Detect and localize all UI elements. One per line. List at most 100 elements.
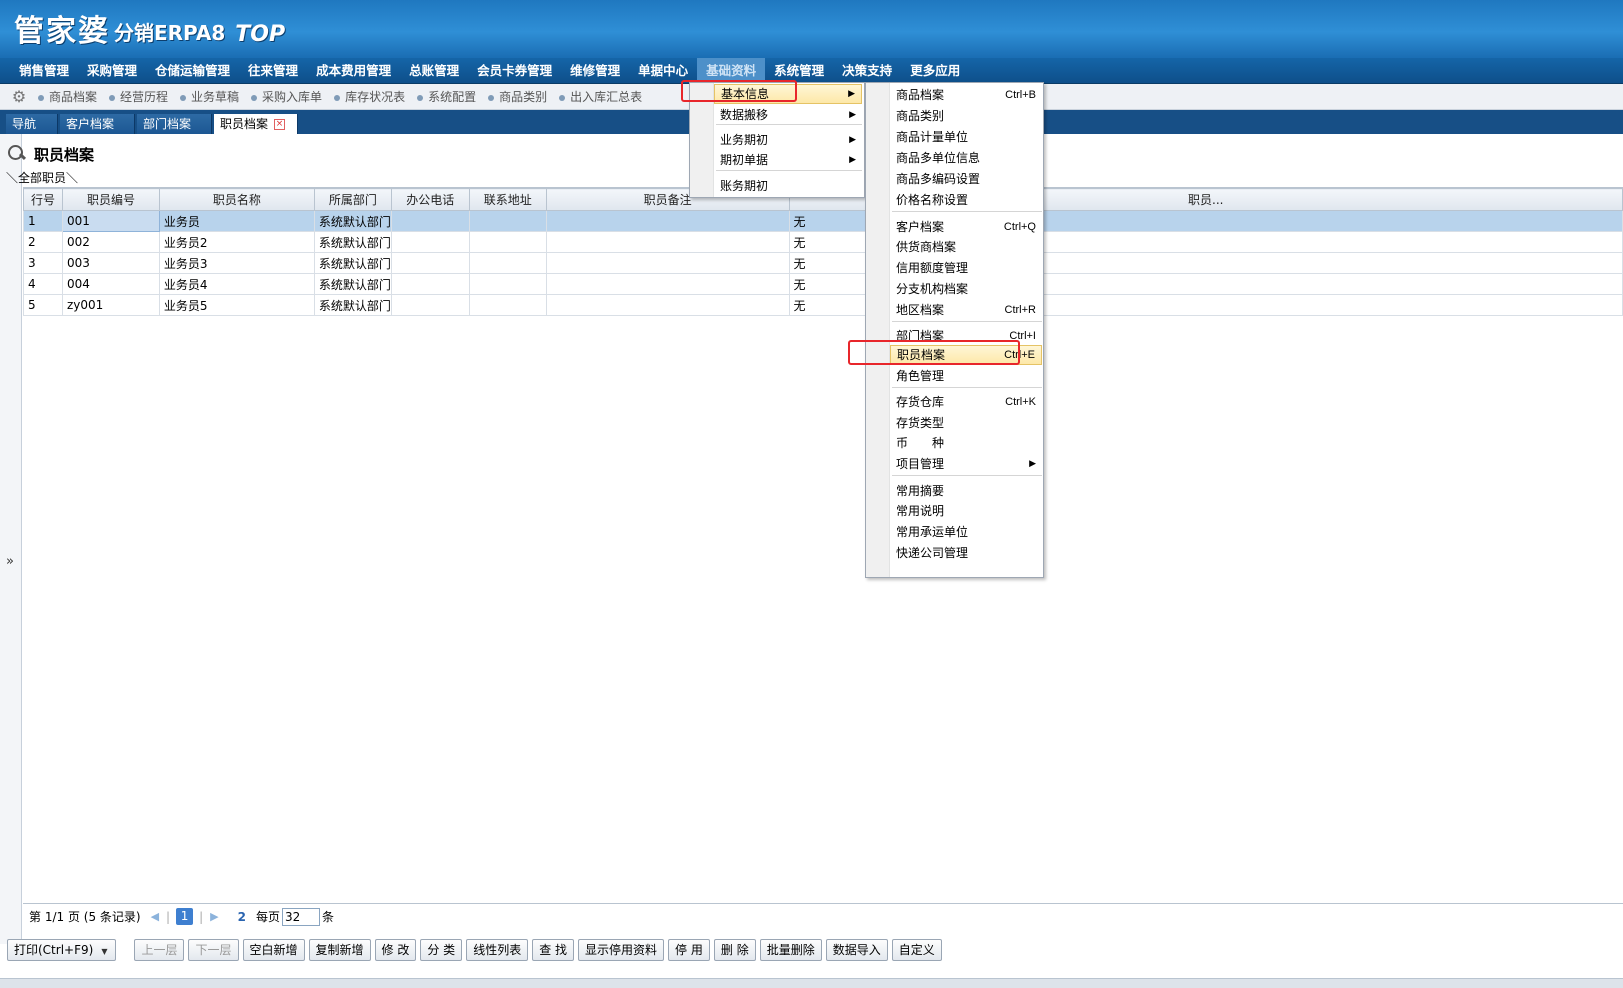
close-icon[interactable]: × <box>274 119 286 130</box>
table-cell[interactable] <box>390 231 470 253</box>
table-cell[interactable] <box>468 252 547 274</box>
menu1-item[interactable]: 业务期初 ▶ <box>714 130 862 150</box>
table-cell[interactable]: 4 <box>23 273 63 295</box>
menu2-item[interactable]: 角色管理 <box>890 366 1042 386</box>
table-cell[interactable]: 系统默认部门 <box>313 210 392 232</box>
table-cell[interactable]: 2 <box>23 231 63 253</box>
table-cell[interactable] <box>468 273 547 295</box>
menu-item[interactable]: 总账管理 <box>400 58 468 84</box>
table-cell[interactable]: 业务员5 <box>158 294 315 316</box>
menu2-item[interactable]: 快递公司管理 <box>890 543 1042 563</box>
table-cell[interactable]: 001 <box>61 210 160 232</box>
column-header[interactable]: 联系地址 <box>468 188 547 211</box>
prev-page-icon[interactable]: ◀ <box>151 910 159 923</box>
menu-item[interactable]: 决策支持 <box>833 58 901 84</box>
page-link-2[interactable]: 2 <box>238 910 246 924</box>
toolbar-button[interactable]: 下一层 <box>188 939 239 961</box>
quick-link[interactable]: 系统配置 <box>417 84 488 110</box>
table-row[interactable]: 3 003 业务员3 系统默认部门无 <box>23 252 1623 274</box>
column-header[interactable]: 职员编号 <box>61 188 160 211</box>
table-cell[interactable]: 3 <box>23 252 63 274</box>
gear-icon[interactable]: ⚙ <box>10 88 28 106</box>
menu2-item[interactable]: 商品计量单位 <box>890 127 1042 147</box>
menu2-item[interactable]: 存货仓库 Ctrl+K <box>890 392 1042 412</box>
column-header[interactable]: 职员名称 <box>158 188 315 211</box>
table-cell[interactable]: 业务员 <box>158 210 315 232</box>
per-page-input[interactable] <box>281 907 320 926</box>
menu2-item[interactable]: 信用额度管理 <box>890 258 1042 278</box>
menu2-item[interactable]: 常用说明 <box>890 501 1042 521</box>
table-cell[interactable] <box>545 231 790 253</box>
menu2-item[interactable]: 项目管理 ▶ <box>890 454 1042 474</box>
table-cell[interactable]: 5 <box>23 294 63 316</box>
menu2-item[interactable]: 币 种 <box>890 433 1042 453</box>
tab-employees[interactable]: 职员档案 × <box>214 114 298 134</box>
quick-link[interactable]: 采购入库单 <box>251 84 334 110</box>
table-cell[interactable]: zy001 <box>61 294 160 316</box>
table-cell[interactable]: 004 <box>61 273 160 295</box>
table-cell[interactable] <box>545 294 790 316</box>
table-cell[interactable]: 业务员3 <box>158 252 315 274</box>
tab-customers[interactable]: 客户档案 <box>60 114 135 134</box>
toolbar-button[interactable]: 删 除 <box>713 939 756 961</box>
table-cell[interactable] <box>545 252 790 274</box>
menu1-item[interactable]: 账务期初 <box>714 176 862 196</box>
table-cell[interactable]: 002 <box>61 231 160 253</box>
table-cell[interactable] <box>468 210 547 232</box>
menu2-item[interactable]: 商品多编码设置 <box>890 169 1042 189</box>
table-cell[interactable] <box>468 231 547 253</box>
breadcrumb[interactable]: ＼全部职员＼ <box>6 169 78 186</box>
menu2-item[interactable]: 商品档案 Ctrl+B <box>890 85 1042 105</box>
toolbar-button[interactable]: 查 找 <box>532 939 575 961</box>
table-cell[interactable] <box>390 252 470 274</box>
toolbar-button[interactable]: 修 改 <box>374 939 417 961</box>
tab-nav[interactable]: 导航 <box>6 114 58 134</box>
table-row[interactable]: 4 004 业务员4 系统默认部门无 <box>23 273 1623 295</box>
menu2-item[interactable]: 商品类别 <box>890 106 1042 126</box>
table-cell[interactable] <box>545 210 790 232</box>
table-cell[interactable] <box>545 273 790 295</box>
toolbar-button[interactable]: 停 用 <box>668 939 710 961</box>
table-cell[interactable]: 业务员2 <box>158 231 315 253</box>
menu2-item[interactable]: 分支机构档案 <box>890 279 1042 299</box>
menu-item[interactable]: 维修管理 <box>561 58 629 84</box>
next-page-icon[interactable]: ▶ <box>210 910 218 923</box>
quick-link[interactable]: 出入库汇总表 <box>559 84 654 110</box>
toolbar-button[interactable]: 分 类 <box>420 939 463 961</box>
table-cell[interactable]: 系统默认部门 <box>313 231 392 253</box>
quick-link[interactable]: 库存状况表 <box>334 84 417 110</box>
column-header[interactable]: 行号 <box>23 188 63 211</box>
menu2-item[interactable]: 商品多单位信息 <box>890 148 1042 168</box>
tab-departments[interactable]: 部门档案 <box>137 114 212 134</box>
menu-item[interactable]: 往来管理 <box>239 58 307 84</box>
table-row[interactable]: 1 001 业务员 系统默认部门无 <box>23 210 1623 232</box>
table-cell[interactable]: 业务员4 <box>158 273 315 295</box>
menu-item[interactable]: 采购管理 <box>78 58 146 84</box>
column-header[interactable]: 所属部门 <box>313 188 392 211</box>
menu2-item[interactable]: 常用摘要 <box>890 481 1042 501</box>
menu1-item[interactable]: 数据搬移 ▶ <box>714 105 862 125</box>
menu-item[interactable]: 会员卡券管理 <box>468 58 561 84</box>
menu-item[interactable]: 仓储运输管理 <box>146 58 239 84</box>
menu2-item[interactable]: 常用承运单位 <box>890 522 1042 542</box>
table-cell[interactable] <box>468 294 547 316</box>
quick-link[interactable]: 业务草稿 <box>180 84 251 110</box>
toolbar-button[interactable]: 上一层 <box>134 939 185 961</box>
table-cell[interactable]: 系统默认部门 <box>313 252 392 274</box>
current-page-button[interactable]: 1 <box>176 908 194 925</box>
menu2-item[interactable]: 供货商档案 <box>890 237 1042 257</box>
chevron-down-icon[interactable]: ▼ <box>101 942 107 962</box>
toolbar-button[interactable]: 复制新增 <box>308 939 371 961</box>
expand-icon[interactable]: » <box>6 554 14 569</box>
quick-link[interactable]: 商品档案 <box>38 84 109 110</box>
table-cell[interactable] <box>390 294 470 316</box>
table-cell[interactable]: 1 <box>23 210 63 232</box>
menu2-item[interactable]: 地区档案 Ctrl+R <box>890 300 1042 320</box>
left-collapse-strip[interactable]: » <box>0 134 22 944</box>
menu1-item[interactable]: 期初单据 ▶ <box>714 150 862 170</box>
quick-link[interactable]: 商品类别 <box>488 84 559 110</box>
menu-item[interactable]: 销售管理 <box>10 58 78 84</box>
table-cell[interactable] <box>390 273 470 295</box>
table-cell[interactable] <box>390 210 470 232</box>
menu2-item[interactable]: 存货类型 <box>890 413 1042 433</box>
